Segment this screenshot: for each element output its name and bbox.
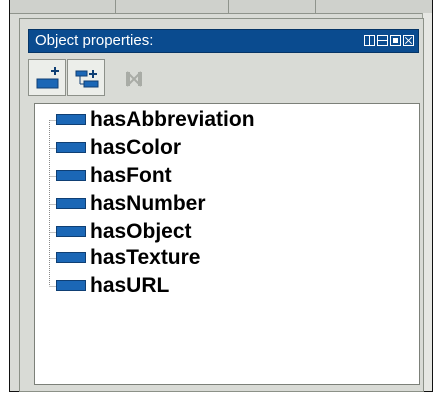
object-property-icon [56, 226, 86, 237]
tree-item-label: hasFont [90, 164, 172, 187]
close-icon[interactable] [403, 35, 414, 46]
object-properties-panel: Object properties: hasAbbreviation hasCo… [19, 18, 424, 392]
object-property-icon [56, 252, 86, 263]
tree-item-label: hasTexture [90, 246, 201, 269]
object-property-icon [56, 198, 86, 209]
add-subproperty-button[interactable] [67, 59, 105, 96]
panel-titlebar: Object properties: [28, 29, 419, 53]
window-controls [364, 35, 414, 47]
object-property-icon [56, 280, 86, 291]
add-property-icon [36, 67, 59, 89]
tree-item-label: hasNumber [90, 192, 206, 215]
delete-property-button[interactable] [113, 59, 151, 96]
delete-property-icon [126, 71, 142, 87]
tree-item-label: hasURL [90, 274, 170, 297]
maximize-icon[interactable] [390, 35, 401, 46]
tree-item-label: hasObject [90, 220, 192, 243]
top-toolbar-strip [10, 0, 432, 14]
object-property-icon [56, 170, 86, 181]
object-property-icon [56, 142, 86, 153]
object-property-icon [56, 114, 86, 125]
tile-horizontal-icon[interactable] [377, 35, 388, 46]
panel-title: Object properties: [35, 32, 154, 49]
property-tree[interactable]: hasAbbreviation hasColor hasFont hasNumb… [34, 103, 420, 385]
add-subproperty-icon [75, 70, 99, 88]
add-property-button[interactable] [28, 59, 66, 96]
tree-item-label: hasColor [90, 136, 182, 159]
tile-vertical-icon[interactable] [364, 35, 375, 46]
tree-item-label: hasAbbreviation [90, 108, 255, 131]
